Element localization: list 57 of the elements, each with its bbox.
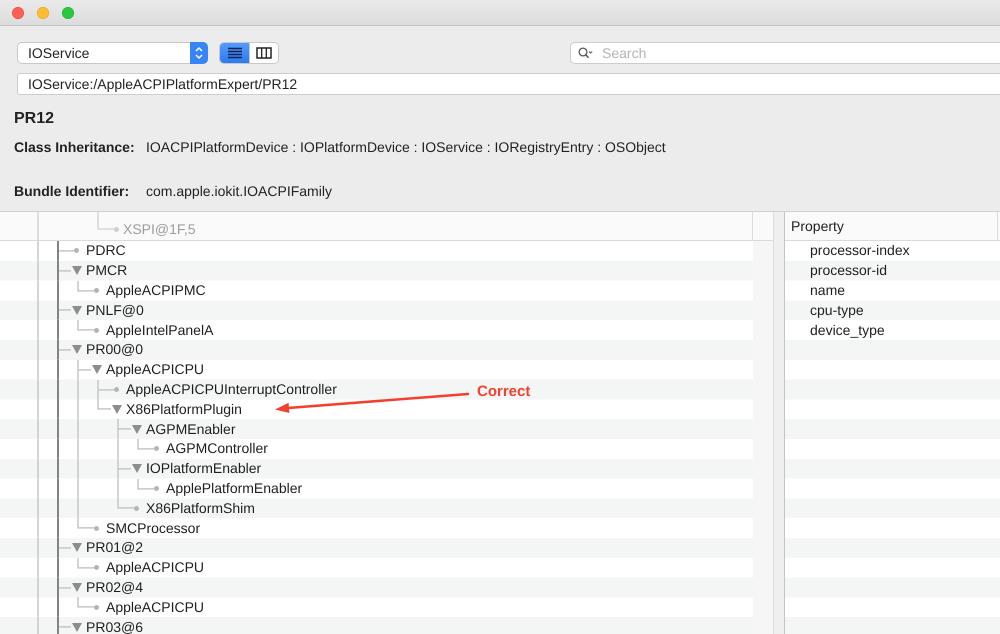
table-cell: processor-index [810, 242, 910, 260]
tree-item[interactable]: AGPMEnabler [146, 420, 236, 438]
tree-item[interactable]: IOPlatformEnabler [146, 460, 262, 478]
scrollbar-track[interactable] [753, 241, 773, 634]
expand-triangle-icon[interactable] [72, 306, 82, 315]
tree-item[interactable]: PR00@0 [86, 341, 144, 358]
expand-triangle-icon[interactable] [72, 622, 82, 632]
tree-item[interactable]: X86PlatformShim [146, 500, 255, 517]
tree-item[interactable]: PNLF@0 [86, 302, 144, 319]
table-cell: processor-id [810, 262, 888, 280]
expand-triangle-icon[interactable] [72, 543, 82, 552]
zoom-button[interactable] [62, 6, 74, 18]
tree-item[interactable]: AppleACPICPUInterruptController [126, 380, 337, 398]
tree-item[interactable]: AppleACPIPMC [106, 282, 206, 299]
node-dot-icon [114, 226, 119, 232]
tree-item[interactable]: SMCProcessor [106, 520, 200, 537]
field-label: Class Inheritance: [14, 138, 135, 157]
columns-icon [256, 47, 272, 59]
tree-item[interactable]: AGPMController [166, 440, 268, 458]
stepper-icon [190, 42, 208, 64]
plane-popup[interactable]: IOService [17, 42, 208, 64]
expand-triangle-icon[interactable] [92, 365, 102, 374]
tree-item[interactable]: AppleACPICPU [106, 559, 204, 576]
tree-item: XSPI@1F,5 [123, 220, 196, 239]
tree-item[interactable]: PMCR [86, 262, 128, 280]
column-header[interactable]: Property [785, 216, 844, 236]
tree-item[interactable]: PDRC [86, 242, 126, 260]
tree-item[interactable]: X86PlatformPlugin [126, 400, 242, 418]
search-icon [578, 47, 593, 59]
list-view-button[interactable] [220, 43, 249, 63]
list-icon [226, 47, 242, 59]
table-cell: name [810, 282, 846, 299]
node-title: PR12 [14, 109, 54, 129]
field-value: com.apple.iokit.IOACPIFamily [146, 182, 332, 201]
expand-triangle-icon[interactable] [72, 582, 82, 592]
expand-triangle-icon[interactable] [72, 266, 82, 276]
field-label: Bundle Identifier: [14, 182, 130, 201]
annotation-label: Correct [477, 383, 530, 401]
expand-triangle-icon[interactable] [72, 345, 82, 354]
column-view-button[interactable] [249, 43, 278, 63]
expand-triangle-icon[interactable] [112, 404, 122, 414]
tree-item[interactable]: PR03@6 [86, 618, 144, 634]
expand-triangle-icon[interactable] [132, 464, 142, 474]
tree-item[interactable]: PR01@2 [86, 539, 144, 556]
tree-item[interactable]: ApplePlatformEnabler [166, 480, 302, 497]
tree-item[interactable]: PR02@4 [86, 578, 144, 596]
field-value: IOACPIPlatformDevice : IOPlatformDevice : IOService : IORegistryEntry : OSObject [146, 138, 666, 157]
minimize-button[interactable] [37, 6, 49, 18]
table-cell: device_type [810, 322, 885, 339]
tree-item[interactable]: AppleIntelPanelA [106, 322, 214, 339]
tree-item[interactable]: AppleACPICPU [106, 598, 204, 616]
tree-item[interactable]: AppleACPICPU [106, 361, 204, 378]
close-button[interactable] [12, 6, 24, 18]
search-field[interactable]: Search [570, 42, 1000, 64]
table-cell: cpu-type [810, 302, 864, 319]
path-field[interactable]: IOService:/AppleACPIPlatformExpert/PR12 [17, 73, 1000, 95]
expand-triangle-icon[interactable] [132, 424, 142, 434]
